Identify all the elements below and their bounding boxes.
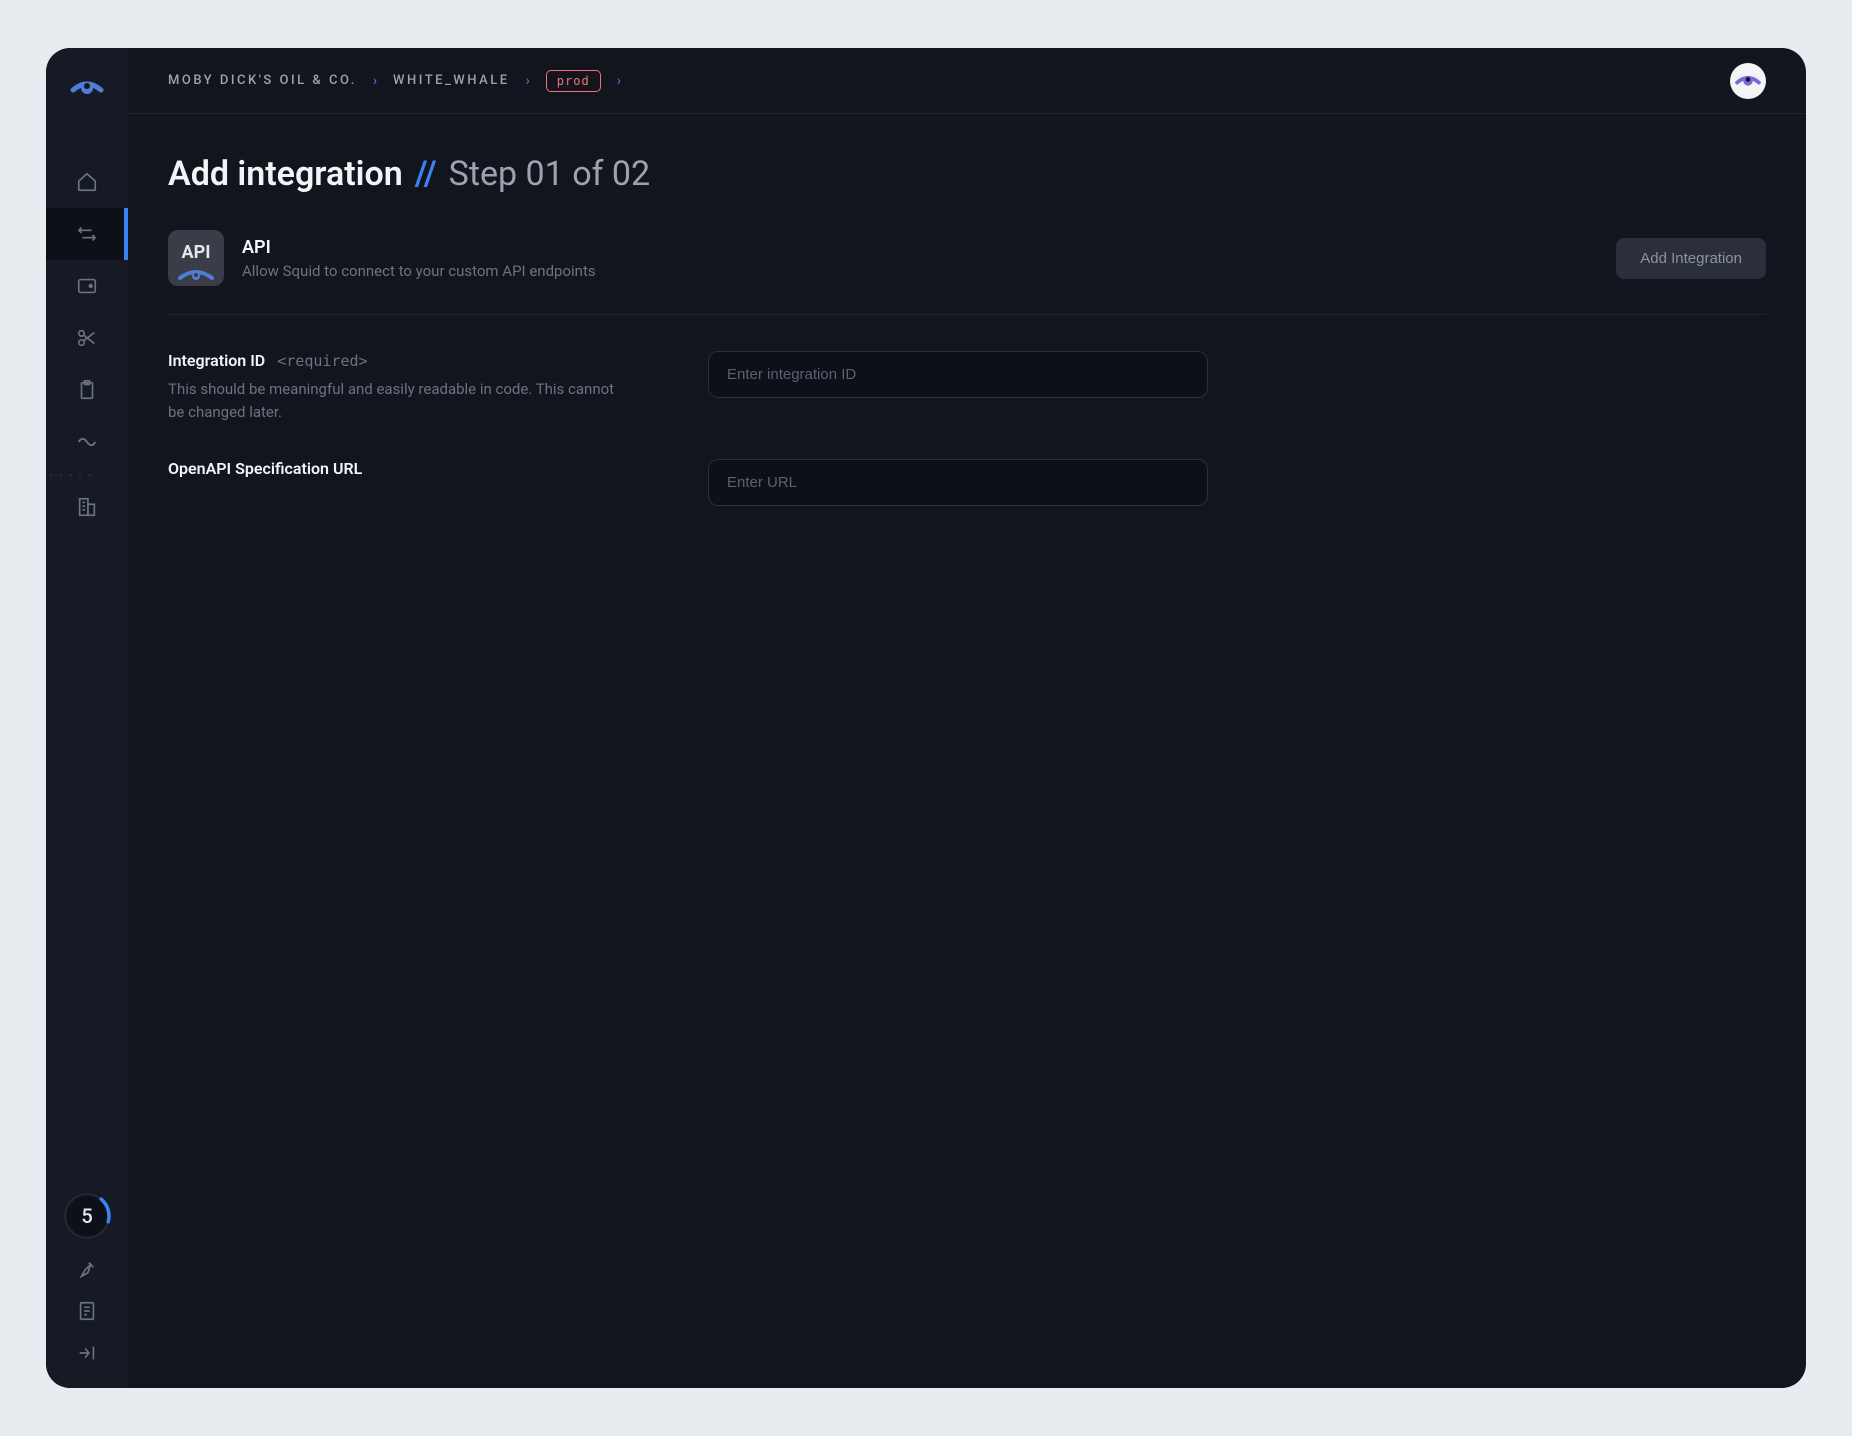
title-separator: // (415, 154, 437, 194)
form-fields: Integration ID <required> This should be… (168, 351, 1766, 506)
field-input-wrapper (708, 459, 1208, 506)
nav-divider (46, 474, 95, 475)
main-content: MOBY DICK'S OIL & CO. › WHITE_WHALE › pr… (128, 48, 1806, 1388)
clipboard-icon (76, 379, 98, 401)
openapi-url-label: OpenAPI Specification URL (168, 459, 362, 478)
collapse-icon[interactable] (76, 1342, 98, 1364)
page-title: Add integration // Step 01 of 02 (168, 154, 1766, 194)
field-label: OpenAPI Specification URL (168, 459, 628, 478)
sidebar: 5 (46, 48, 128, 1388)
chevron-right-icon: › (617, 73, 621, 89)
field-label: Integration ID <required> (168, 351, 628, 370)
field-input-wrapper (708, 351, 1208, 423)
chevron-right-icon: › (373, 73, 377, 89)
nav-metrics[interactable] (46, 416, 128, 468)
progress-badge[interactable]: 5 (63, 1192, 111, 1240)
docs-icon[interactable] (76, 1300, 98, 1322)
chevron-right-icon: › (526, 73, 530, 89)
integration-type-icon: API (168, 230, 224, 286)
integration-id-label: Integration ID (168, 351, 265, 370)
form-row-openapi-url: OpenAPI Specification URL (168, 459, 1766, 506)
openapi-url-input[interactable] (708, 459, 1208, 506)
breadcrumb: MOBY DICK'S OIL & CO. › WHITE_WHALE › pr… (168, 70, 621, 92)
nav-integrations[interactable] (46, 208, 128, 260)
form-row-integration-id: Integration ID <required> This should be… (168, 351, 1766, 423)
integration-info: API API Allow Squid to connect to your c… (168, 230, 596, 286)
integration-header: API API Allow Squid to connect to your c… (168, 230, 1766, 315)
bottom-icons (76, 1258, 98, 1364)
avatar-eye-icon (1734, 67, 1762, 95)
integration-description: Allow Squid to connect to your custom AP… (242, 262, 596, 280)
nav-organization[interactable] (46, 481, 128, 533)
integration-details: API Allow Squid to connect to your custo… (242, 237, 596, 280)
integration-id-input[interactable] (708, 351, 1208, 398)
nav-home[interactable] (46, 156, 128, 208)
broom-icon[interactable] (76, 1258, 98, 1280)
field-info: Integration ID <required> This should be… (168, 351, 628, 423)
nav-connections[interactable] (46, 312, 128, 364)
home-icon (76, 171, 98, 193)
building-icon (76, 496, 98, 518)
avatar[interactable] (1730, 63, 1766, 99)
terminal-icon (76, 275, 98, 297)
field-info: OpenAPI Specification URL (168, 459, 628, 506)
scissors-icon (76, 327, 98, 349)
swap-arrows-icon (76, 223, 98, 245)
required-marker: <required> (277, 352, 367, 370)
nav-tasks[interactable] (46, 364, 128, 416)
eye-small-icon (178, 266, 214, 282)
breadcrumb-org[interactable]: MOBY DICK'S OIL & CO. (168, 73, 357, 88)
add-integration-button[interactable]: Add Integration (1616, 238, 1766, 279)
title-step: Step 01 of 02 (449, 154, 650, 194)
app-window: 5 MOBY (46, 48, 1806, 1388)
title-main: Add integration (168, 154, 403, 194)
eye-logo-icon (69, 70, 105, 106)
wave-icon (76, 431, 98, 453)
integration-name: API (242, 237, 596, 258)
nav-queries[interactable] (46, 260, 128, 312)
breadcrumb-project[interactable]: WHITE_WHALE (393, 73, 510, 88)
app-logo[interactable] (67, 68, 107, 108)
content-area: Add integration // Step 01 of 02 API (128, 114, 1806, 546)
env-badge[interactable]: prod (546, 70, 601, 92)
sidebar-bottom: 5 (63, 1192, 111, 1388)
progress-ring-icon (63, 1192, 111, 1240)
nav-items (46, 156, 128, 533)
topbar: MOBY DICK'S OIL & CO. › WHITE_WHALE › pr… (128, 48, 1806, 114)
integration-id-description: This should be meaningful and easily rea… (168, 378, 628, 423)
